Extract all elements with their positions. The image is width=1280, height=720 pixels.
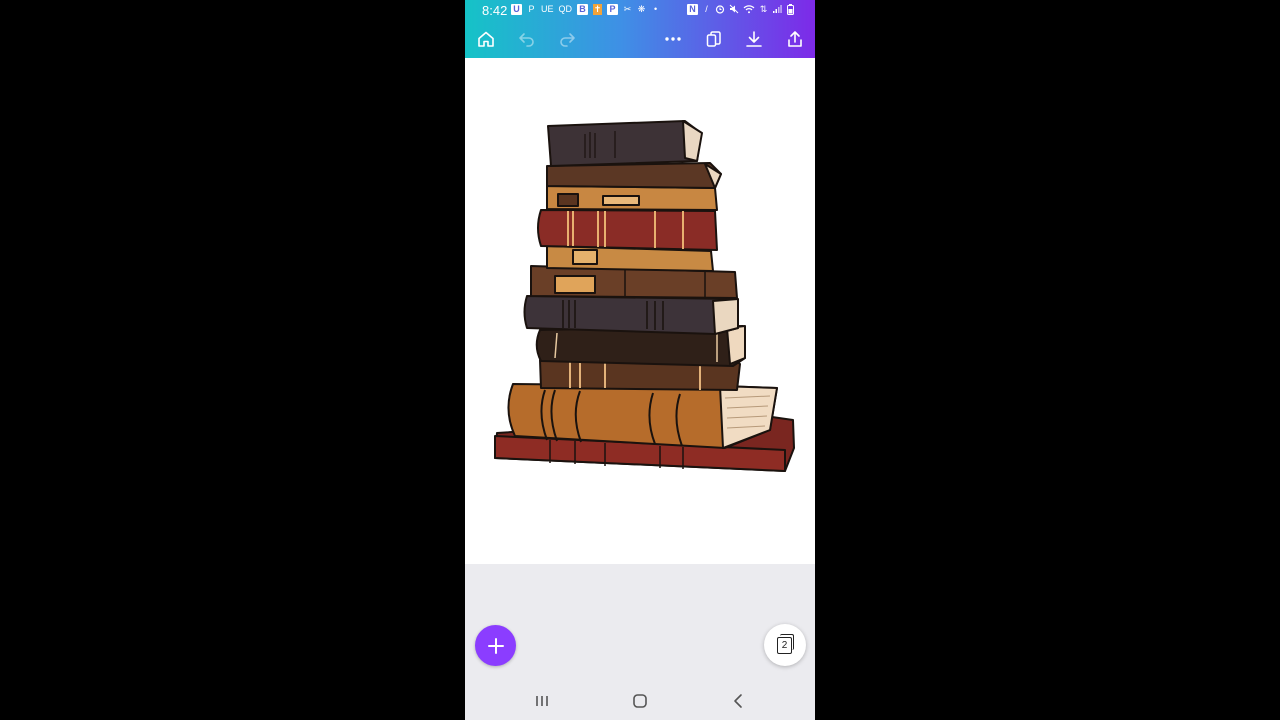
share-icon [788, 31, 802, 47]
notification-icon: ✝ [593, 4, 603, 15]
notification-icon: B [577, 4, 589, 15]
stack-of-books-illustration[interactable] [465, 58, 815, 564]
undo-icon [519, 33, 534, 47]
recent-apps-button[interactable] [531, 690, 553, 712]
pages-button[interactable]: 2 [764, 624, 806, 666]
redo-button[interactable] [555, 27, 579, 51]
notification-icon: U [511, 4, 522, 15]
status-system-icons: N / ⇅ [687, 4, 795, 15]
android-navigation-bar [465, 680, 815, 720]
alarm-icon [715, 4, 725, 15]
redo-icon [560, 33, 575, 47]
download-button[interactable] [742, 27, 766, 51]
back-nav-button[interactable] [727, 690, 749, 712]
undo-button[interactable] [515, 27, 539, 51]
home-nav-icon [633, 694, 647, 708]
notification-dot-icon: • [653, 4, 658, 14]
mute-icon [729, 4, 739, 15]
home-nav-button[interactable] [629, 690, 651, 712]
notification-icon: QD [558, 4, 573, 14]
wifi-icon [743, 4, 755, 15]
status-time: 8:42 [482, 3, 508, 18]
battery-icon [786, 4, 795, 15]
notification-icon: P [607, 4, 619, 15]
download-icon [746, 31, 762, 47]
back-icon [734, 694, 742, 708]
notification-icon: ❋ [637, 4, 646, 14]
add-element-button[interactable] [475, 625, 516, 666]
share-button[interactable] [783, 27, 807, 51]
notification-icon: ✂ [623, 4, 632, 14]
notification-icon: UE [541, 4, 554, 14]
pinterest-icon: P [528, 4, 535, 14]
nfc-icon: N [687, 4, 698, 15]
plus-icon [487, 637, 504, 654]
home-button[interactable] [474, 27, 498, 51]
recent-apps-icon [536, 696, 548, 706]
duplicate-button[interactable] [702, 27, 726, 51]
status-bar: 8:42 U P UE QD B ✝ P ✂ ❋ • N / ⇅ [465, 0, 815, 21]
signal-icon [772, 4, 782, 15]
phone-screen: 8:42 U P UE QD B ✝ P ✂ ❋ • N / ⇅ 2 [465, 0, 815, 720]
top-toolbar: 8:42 U P UE QD B ✝ P ✂ ❋ • N / ⇅ [465, 0, 815, 58]
more-icon [665, 37, 681, 41]
pages-icon: 2 [777, 634, 794, 654]
home-icon [478, 31, 494, 47]
duplicate-icon [706, 31, 721, 47]
more-button[interactable] [661, 27, 685, 51]
pen-icon: / [705, 4, 708, 14]
design-canvas[interactable] [465, 58, 815, 564]
data-transfer-icon: ⇅ [759, 4, 768, 14]
status-notification-icons: U P UE QD B ✝ P ✂ ❋ • [511, 4, 660, 15]
page-count: 2 [777, 637, 792, 654]
